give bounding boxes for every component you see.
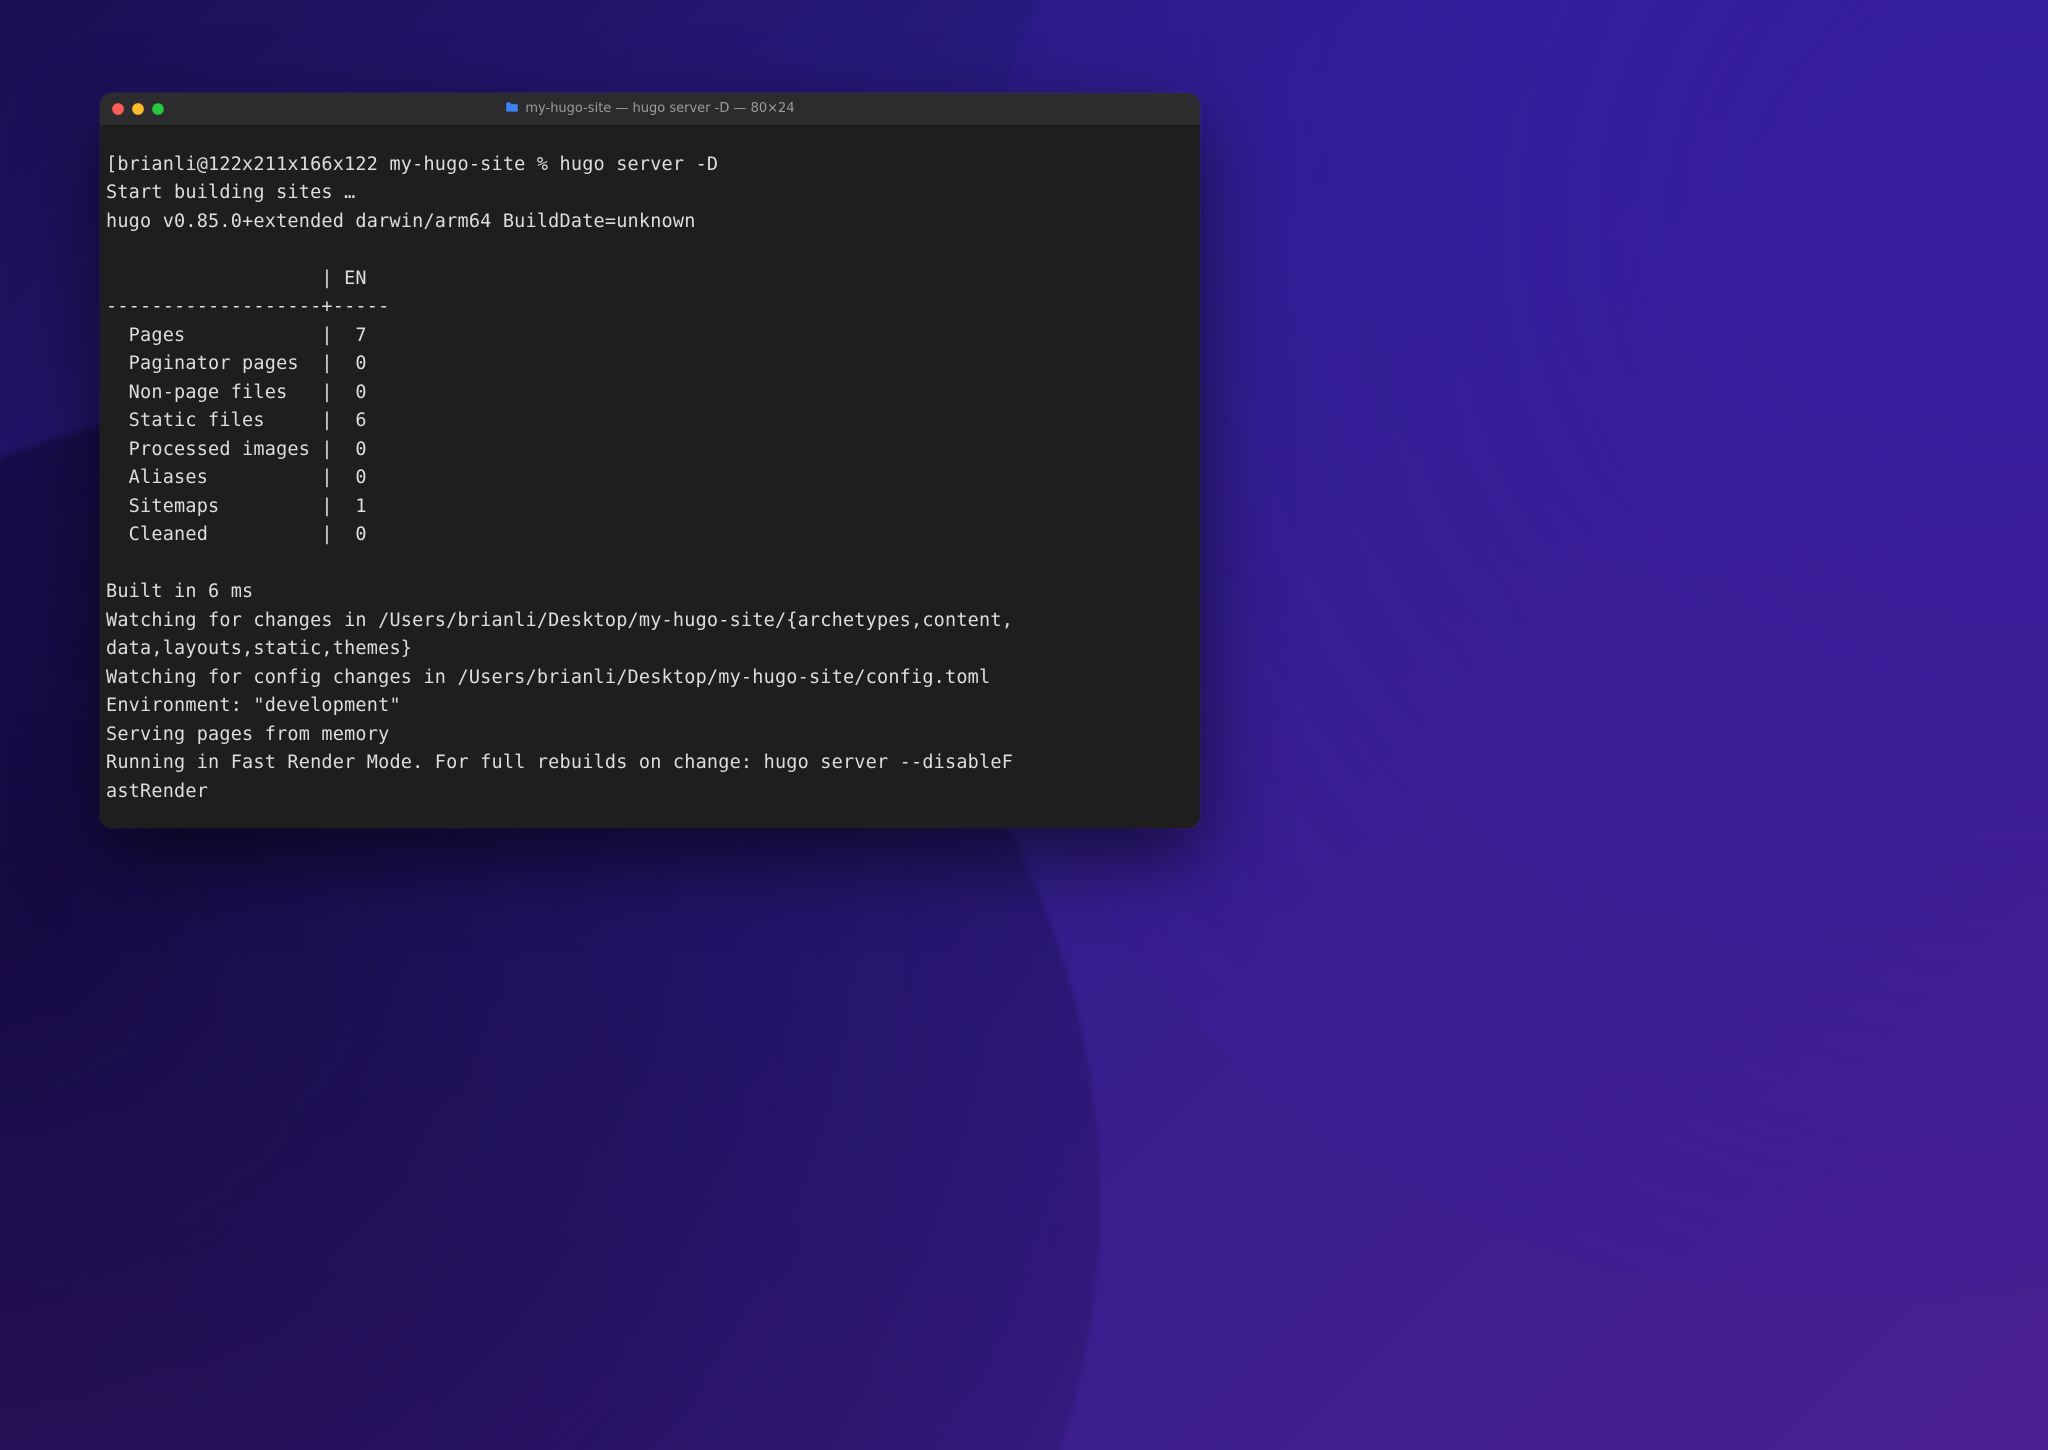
close-icon[interactable] — [112, 103, 124, 115]
folder-icon — [505, 101, 519, 117]
window-controls — [112, 103, 164, 115]
terminal-output[interactable]: [brianli@122x211x166x122 my-hugo-site % … — [100, 145, 1200, 810]
terminal-window[interactable]: my-hugo-site — hugo server -D — 80×24 [b… — [100, 93, 1200, 828]
window-titlebar[interactable]: my-hugo-site — hugo server -D — 80×24 — [100, 93, 1200, 126]
zoom-icon[interactable] — [152, 103, 164, 115]
minimize-icon[interactable] — [132, 103, 144, 115]
window-title-text: my-hugo-site — hugo server -D — 80×24 — [525, 101, 794, 116]
window-title: my-hugo-site — hugo server -D — 80×24 — [100, 101, 1200, 117]
